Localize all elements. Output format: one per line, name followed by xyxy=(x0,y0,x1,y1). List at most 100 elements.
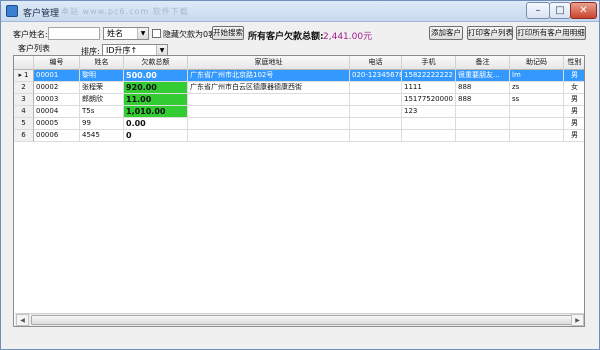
horizontal-scrollbar[interactable]: ◀ ▶ xyxy=(15,313,584,326)
cell-gender[interactable]: 男 xyxy=(564,118,584,130)
table-row[interactable]: 6 00006 4545 0 男 xyxy=(14,130,584,142)
cell-address[interactable] xyxy=(188,118,350,130)
cell-debt[interactable]: 1,010.00 xyxy=(124,106,188,118)
table-row[interactable]: 2 00002 张程荣 920.00 广东省广州市白云区德康器德康西街 1111 888 zs… xyxy=(14,82,584,94)
cell-mobile[interactable]: 15177520000 xyxy=(402,94,456,106)
table-row[interactable]: 5 00005 99 0.00 男 xyxy=(14,118,584,130)
cell-code[interactable] xyxy=(510,118,564,130)
cell-name[interactable]: 张程荣 xyxy=(80,82,124,94)
cell-note[interactable]: 很重要朋友... xyxy=(456,70,510,82)
cell-phone[interactable] xyxy=(350,118,402,130)
cell-debt[interactable]: 500.00 xyxy=(124,70,188,82)
table-row[interactable]: 3 00003 郎朗欣 11.00 15177520000 888 ss 男 xyxy=(14,94,584,106)
cell-note[interactable] xyxy=(456,130,510,142)
cell-code[interactable] xyxy=(510,106,564,118)
table-row[interactable]: 4 00004 T5s 1,010.00 123 男 xyxy=(14,106,584,118)
minimize-button[interactable]: – xyxy=(526,2,550,19)
cell-phone[interactable]: 020-12345678 xyxy=(350,70,402,82)
cell-gender[interactable]: 男 xyxy=(564,94,584,106)
window-title: 客户管理 xyxy=(23,9,60,19)
cell-name[interactable]: T5s xyxy=(80,106,124,118)
column-header-name[interactable]: 姓名 xyxy=(80,56,124,70)
empty-row xyxy=(14,202,584,214)
cell-note[interactable]: 888 xyxy=(456,82,510,94)
sort-value: ID升序↑ xyxy=(106,46,138,55)
cell-debt[interactable]: 0 xyxy=(124,130,188,142)
search-field-select[interactable]: 姓名 ▼ xyxy=(103,27,149,40)
row-number[interactable]: 4 xyxy=(14,106,34,118)
add-customer-button[interactable]: 添加客户 xyxy=(429,26,463,40)
cell-code[interactable]: lm xyxy=(510,70,564,82)
empty-row xyxy=(14,298,584,310)
row-number[interactable]: 3 xyxy=(14,94,34,106)
column-header-gender[interactable]: 性别 xyxy=(564,56,584,70)
cell-phone[interactable] xyxy=(350,82,402,94)
cell-mobile[interactable]: 15822222222 xyxy=(402,70,456,82)
cell-mobile[interactable]: 123 xyxy=(402,106,456,118)
scroll-thumb[interactable] xyxy=(31,315,574,325)
cell-phone[interactable] xyxy=(350,130,402,142)
column-header-address[interactable]: 家庭地址 xyxy=(188,56,350,70)
cell-name[interactable]: 黎明 xyxy=(80,70,124,82)
table-header: 编号 姓名 欠款总额 家庭地址 电话 手机 备注 助记码 性别 xyxy=(14,56,584,70)
cell-address[interactable] xyxy=(188,130,350,142)
scroll-right-icon[interactable]: ▶ xyxy=(571,314,584,326)
cell-address[interactable] xyxy=(188,106,350,118)
cell-name[interactable]: 99 xyxy=(80,118,124,130)
cell-id[interactable]: 00005 xyxy=(34,118,80,130)
cell-mobile[interactable]: 1111 xyxy=(402,82,456,94)
title-bar[interactable]: 客户管理 本站 www.pc6.com 软件下载 – □ ✕ xyxy=(1,1,599,22)
empty-row xyxy=(14,262,584,274)
cell-phone[interactable] xyxy=(350,94,402,106)
row-number[interactable]: 2 xyxy=(14,82,34,94)
cell-mobile[interactable] xyxy=(402,118,456,130)
print-customer-list-button[interactable]: 打印客户列表 xyxy=(467,26,513,40)
cell-address[interactable]: 广东省广州市北京路102号 xyxy=(188,70,350,82)
cell-gender[interactable]: 女 xyxy=(564,82,584,94)
column-header-code[interactable]: 助记码 xyxy=(510,56,564,70)
cell-id[interactable]: 00003 xyxy=(34,94,80,106)
row-number[interactable]: ▸ 1 xyxy=(14,70,34,82)
cell-id[interactable]: 00006 xyxy=(34,130,80,142)
maximize-button[interactable]: □ xyxy=(549,2,571,19)
table-row[interactable]: ▸ 1 00001 黎明 500.00 广东省广州市北京路102号 020-12345678… xyxy=(14,70,584,82)
cell-address[interactable] xyxy=(188,94,350,106)
cell-gender[interactable]: 男 xyxy=(564,106,584,118)
column-header-mobile[interactable]: 手机 xyxy=(402,56,456,70)
cell-name[interactable]: 郎朗欣 xyxy=(80,94,124,106)
row-number[interactable]: 5 xyxy=(14,118,34,130)
cell-mobile[interactable] xyxy=(402,130,456,142)
hide-zero-debt-checkbox[interactable] xyxy=(152,29,161,38)
cell-note[interactable]: 888 xyxy=(456,94,510,106)
cell-debt[interactable]: 0.00 xyxy=(124,118,188,130)
cell-name[interactable]: 4545 xyxy=(80,130,124,142)
row-number[interactable]: 6 xyxy=(14,130,34,142)
column-header-id[interactable]: 编号 xyxy=(34,56,80,70)
cell-code[interactable]: ss xyxy=(510,94,564,106)
column-header-debt[interactable]: 欠款总额 xyxy=(124,56,188,70)
cell-gender[interactable]: 男 xyxy=(564,130,584,142)
cell-id[interactable]: 00004 xyxy=(34,106,80,118)
start-search-button[interactable]: 开始搜索 xyxy=(212,26,244,40)
cell-phone[interactable] xyxy=(350,106,402,118)
cell-gender[interactable]: 男 xyxy=(564,70,584,82)
print-all-detail-button[interactable]: 打印所有客户用明细 xyxy=(516,26,586,40)
column-header-phone[interactable]: 电话 xyxy=(350,56,402,70)
scroll-left-icon[interactable]: ◀ xyxy=(16,314,29,326)
cell-note[interactable] xyxy=(456,118,510,130)
cell-note[interactable] xyxy=(456,106,510,118)
column-header-note[interactable]: 备注 xyxy=(456,56,510,70)
cell-code[interactable] xyxy=(510,130,564,142)
cell-id[interactable]: 00001 xyxy=(34,70,80,82)
empty-row xyxy=(14,142,584,154)
cell-code[interactable]: zs xyxy=(510,82,564,94)
customer-name-input[interactable] xyxy=(48,27,100,40)
cell-debt[interactable]: 920.00 xyxy=(124,82,188,94)
app-icon xyxy=(6,5,18,17)
customer-table[interactable]: 编号 姓名 欠款总额 家庭地址 电话 手机 备注 助记码 性别 ▸ 1 00001 黎… xyxy=(13,55,585,327)
customer-management-window: 客户管理 本站 www.pc6.com 软件下载 – □ ✕ 客户姓名: 姓名 … xyxy=(0,0,600,350)
cell-id[interactable]: 00002 xyxy=(34,82,80,94)
cell-debt[interactable]: 11.00 xyxy=(124,94,188,106)
cell-address[interactable]: 广东省广州市白云区德康器德康西街 xyxy=(188,82,350,94)
close-button[interactable]: ✕ xyxy=(570,2,597,19)
